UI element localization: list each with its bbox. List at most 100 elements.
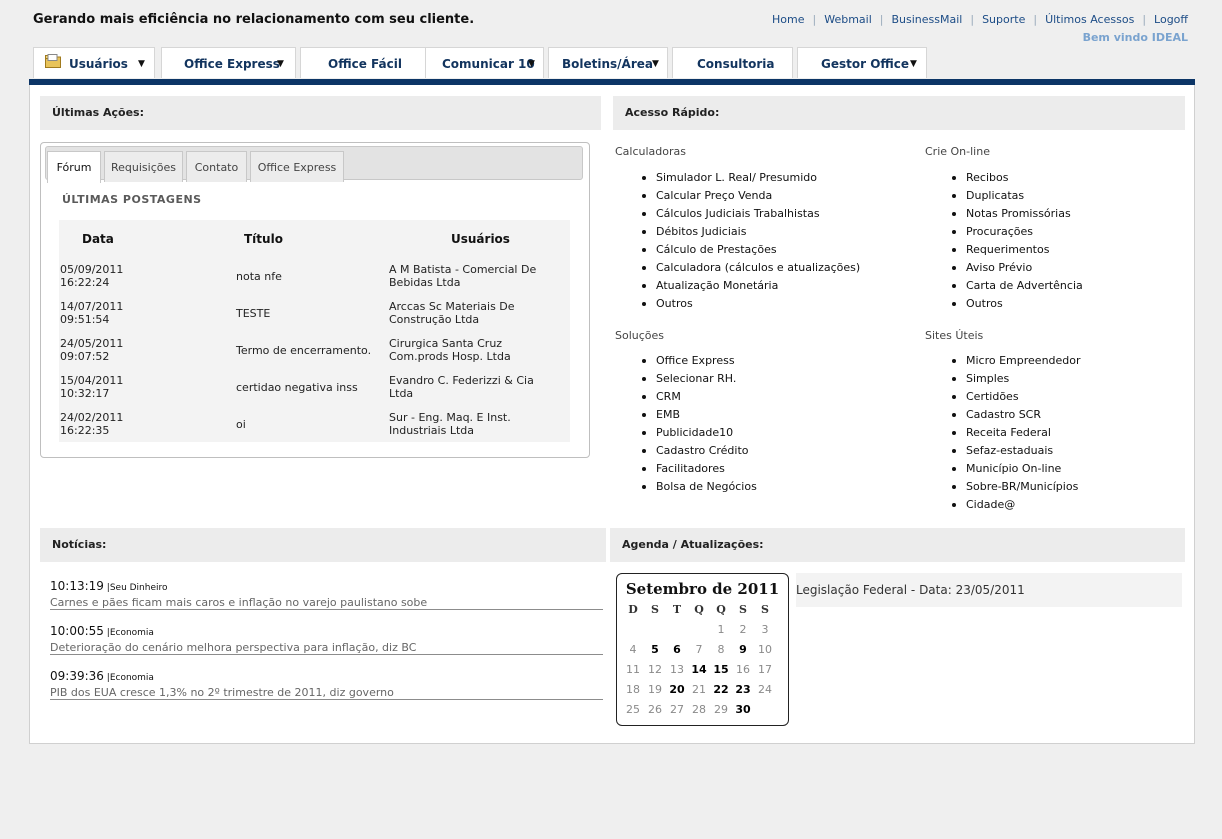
calendar-day[interactable]: 3	[754, 623, 776, 636]
list-item[interactable]: Recibos	[925, 169, 1083, 187]
table-row[interactable]: 14/07/2011 09:51:54 TESTE Arccas Sc Mater…	[59, 300, 570, 337]
calendar-day[interactable]: 28	[688, 703, 710, 716]
calendar-day[interactable]: 24	[754, 683, 776, 696]
list-item[interactable]: Calcular Preço Venda	[615, 187, 860, 205]
calendar-day[interactable]: 25	[622, 703, 644, 716]
calendar-day[interactable]: 20	[666, 683, 688, 696]
list-item[interactable]: Publicidade10	[615, 424, 757, 442]
list-item[interactable]: Carta de Advertência	[925, 277, 1083, 295]
list-item[interactable]: Office Express	[615, 352, 757, 370]
list-item[interactable]: Sefaz-estaduais	[925, 442, 1081, 460]
section-title: Últimas Ações:	[52, 106, 144, 119]
list-item[interactable]: Cálculo de Prestações	[615, 241, 860, 259]
column-header-usuarios: Usuários	[451, 232, 510, 246]
list-item[interactable]: Débitos Judiciais	[615, 223, 860, 241]
chevron-down-icon: ▼	[277, 59, 284, 69]
nav-tab-consultoria-10[interactable]: Consultoria 10	[672, 47, 793, 104]
tab-office-express[interactable]: Office Express	[250, 151, 344, 182]
table-row[interactable]: 05/09/2011 16:22:24 nota nfe A M Batista …	[59, 263, 570, 300]
list-item[interactable]: Bolsa de Negócios	[615, 478, 757, 496]
calendar-day[interactable]: 15	[710, 663, 732, 676]
tab-requisicoes[interactable]: Requisições	[104, 151, 183, 182]
calendar-day[interactable]: 2	[732, 623, 754, 636]
table-row[interactable]: 24/02/2011 16:22:35 oi Sur - Eng. Maq. E …	[59, 411, 570, 448]
list-item[interactable]: CRM	[615, 388, 757, 406]
nav-tab-office-express[interactable]: Office Express ▼	[161, 47, 296, 78]
calendar-day[interactable]: 13	[666, 663, 688, 676]
calendar: Setembro de 2011 D S T Q Q S S 1 2 3 4 5 6 7 8 9 10 11 12 1…	[616, 573, 789, 726]
calendar-day[interactable]: 27	[666, 703, 688, 716]
nav-tab-label: Office Fácil	[328, 57, 402, 71]
calendar-day[interactable]: 21	[688, 683, 710, 696]
calendar-day[interactable]: 11	[622, 663, 644, 676]
cell-date: 24/02/2011 16:22:35	[60, 411, 124, 437]
list-item[interactable]: Simulador L. Real/ Presumido	[615, 169, 860, 187]
list-item[interactable]: EMB	[615, 406, 757, 424]
calendar-day[interactable]: 16	[732, 663, 754, 676]
list-item[interactable]: Simples	[925, 370, 1081, 388]
list-item[interactable]: Notas Promissórias	[925, 205, 1083, 223]
list-item[interactable]: Cadastro SCR	[925, 406, 1081, 424]
table-row[interactable]: 24/05/2011 09:07:52 Termo de encerramento…	[59, 337, 570, 374]
list-item[interactable]: Cálculos Judiciais Trabalhistas	[615, 205, 860, 223]
list-item[interactable]: Aviso Prévio	[925, 259, 1083, 277]
section-ultimas-acoes: Últimas Ações:	[40, 96, 601, 130]
calendar-day[interactable]: 23	[732, 683, 754, 696]
list-item[interactable]: Certidões	[925, 388, 1081, 406]
nav-tab-comunicar-10[interactable]: Comunicar 10 ▼	[425, 47, 544, 78]
link-webmail[interactable]: Webmail	[824, 13, 872, 26]
list-item[interactable]: Receita Federal	[925, 424, 1081, 442]
news-item[interactable]: 10:13:19 |Seu Dinheiro Carnes e pães fic…	[50, 575, 603, 610]
link-ultimos-acessos[interactable]: Últimos Acessos	[1045, 13, 1134, 26]
list-item[interactable]: Calculadora (cálculos e atualizações)	[615, 259, 860, 277]
list-item[interactable]: Atualização Monetária	[615, 277, 860, 295]
list-item[interactable]: Outros	[925, 295, 1083, 313]
list-item[interactable]: Cadastro Crédito	[615, 442, 757, 460]
link-home[interactable]: Home	[772, 13, 804, 26]
list-item[interactable]: Facilitadores	[615, 460, 757, 478]
list-item[interactable]: Requerimentos	[925, 241, 1083, 259]
news-item[interactable]: 10:00:55 |Economia Deterioração do cenár…	[50, 620, 603, 655]
calendar-day[interactable]: 30	[732, 703, 754, 716]
tab-contato[interactable]: Contato	[186, 151, 247, 182]
calendar-day[interactable]: 19	[644, 683, 666, 696]
list-item[interactable]: Sobre-BR/Municípios	[925, 478, 1081, 496]
calendar-day[interactable]: 14	[688, 663, 710, 676]
calendar-day[interactable]: 9	[732, 643, 754, 656]
calendar-day[interactable]: 26	[644, 703, 666, 716]
agenda-item[interactable]: Legislação Federal - Data: 23/05/2011	[796, 573, 1182, 607]
nav-tab-usuarios[interactable]: Usuários ▼	[33, 47, 155, 78]
calendar-day[interactable]: 7	[688, 643, 710, 656]
table-row[interactable]: 15/04/2011 10:32:17 certidao negativa ins…	[59, 374, 570, 411]
calendar-day[interactable]: 10	[754, 643, 776, 656]
page-slogan: Gerando mais eficiência no relacionament…	[33, 12, 475, 27]
postagens-table: Data Título Usuários 05/09/2011 16:22:24 …	[59, 220, 570, 442]
link-logoff[interactable]: Logoff	[1154, 13, 1188, 26]
list-item[interactable]: Duplicatas	[925, 187, 1083, 205]
list-item[interactable]: Micro Empreendedor	[925, 352, 1081, 370]
list-item[interactable]: Cidade@	[925, 496, 1081, 514]
calendar-day[interactable]: 5	[644, 643, 666, 656]
group-title-sites-uteis: Sites Úteis	[925, 329, 984, 342]
calendar-day[interactable]: 1	[710, 623, 732, 636]
calendar-day[interactable]: 12	[644, 663, 666, 676]
list-item[interactable]: Selecionar RH.	[615, 370, 757, 388]
nav-tab-gestor-office[interactable]: Gestor Office ▼	[797, 47, 927, 78]
list-item[interactable]: Município On-line	[925, 460, 1081, 478]
calendar-day[interactable]: 17	[754, 663, 776, 676]
tab-forum[interactable]: Fórum	[47, 151, 101, 183]
link-suporte[interactable]: Suporte	[982, 13, 1025, 26]
calendar-day[interactable]: 8	[710, 643, 732, 656]
calendar-day[interactable]: 18	[622, 683, 644, 696]
nav-tab-boletins-area[interactable]: Boletins/Área ▼	[548, 47, 668, 78]
calendar-weekday: S	[761, 603, 769, 616]
list-item[interactable]: Outros	[615, 295, 860, 313]
list-item[interactable]: Procurações	[925, 223, 1083, 241]
calendar-day[interactable]: 29	[710, 703, 732, 716]
calendar-day[interactable]: 6	[666, 643, 688, 656]
cell-user: Arccas Sc Materiais De Construção Ltda	[389, 300, 515, 326]
link-businessmail[interactable]: BusinessMail	[892, 13, 963, 26]
news-item[interactable]: 09:39:36 |Economia PIB dos EUA cresce 1,…	[50, 665, 603, 700]
calendar-day[interactable]: 4	[622, 643, 644, 656]
calendar-day[interactable]: 22	[710, 683, 732, 696]
